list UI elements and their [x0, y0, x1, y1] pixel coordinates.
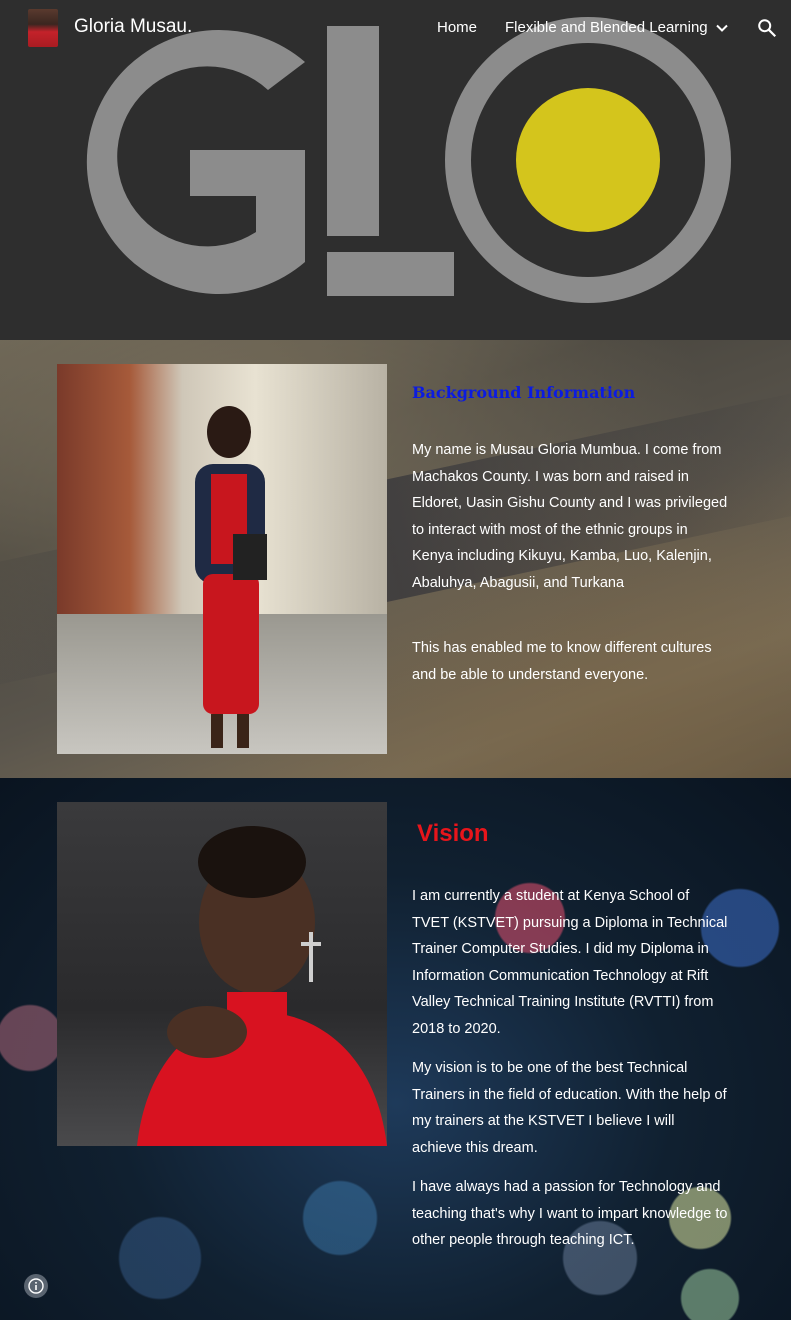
- nav-item-flexible-blended-learning[interactable]: Flexible and Blended Learning: [505, 19, 708, 36]
- vision-heading: Vision: [417, 820, 489, 847]
- vision-paragraph: I have always had a passion for Technolo…: [412, 1179, 728, 1249]
- vision-paragraph: My vision is to be one of the best Techn…: [412, 1060, 727, 1156]
- nav-item-home[interactable]: Home: [437, 19, 477, 36]
- portrait-figure: [137, 826, 387, 1146]
- info-icon[interactable]: [24, 1274, 48, 1298]
- profile-photo-portrait: [57, 802, 387, 1146]
- background-paragraph: This has enabled me to know different cu…: [412, 640, 712, 683]
- person-figure: [195, 406, 267, 748]
- site-logo-avatar[interactable]: [28, 9, 58, 47]
- site-title[interactable]: Gloria Musau.: [74, 16, 192, 38]
- top-navigation: Gloria Musau. Home Flexible and Blended …: [0, 0, 791, 56]
- profile-photo-standing: [57, 364, 387, 754]
- vision-paragraph: I am currently a student at Kenya School…: [412, 888, 728, 1037]
- background-heading: Background Information: [412, 383, 636, 402]
- background-paragraph: My name is Musau Gloria Mumbua. I come f…: [412, 442, 728, 591]
- chevron-down-icon[interactable]: [714, 20, 730, 36]
- hero-banner: Gloria Musau. Home Flexible and Blended …: [0, 0, 791, 340]
- search-icon[interactable]: [756, 17, 778, 39]
